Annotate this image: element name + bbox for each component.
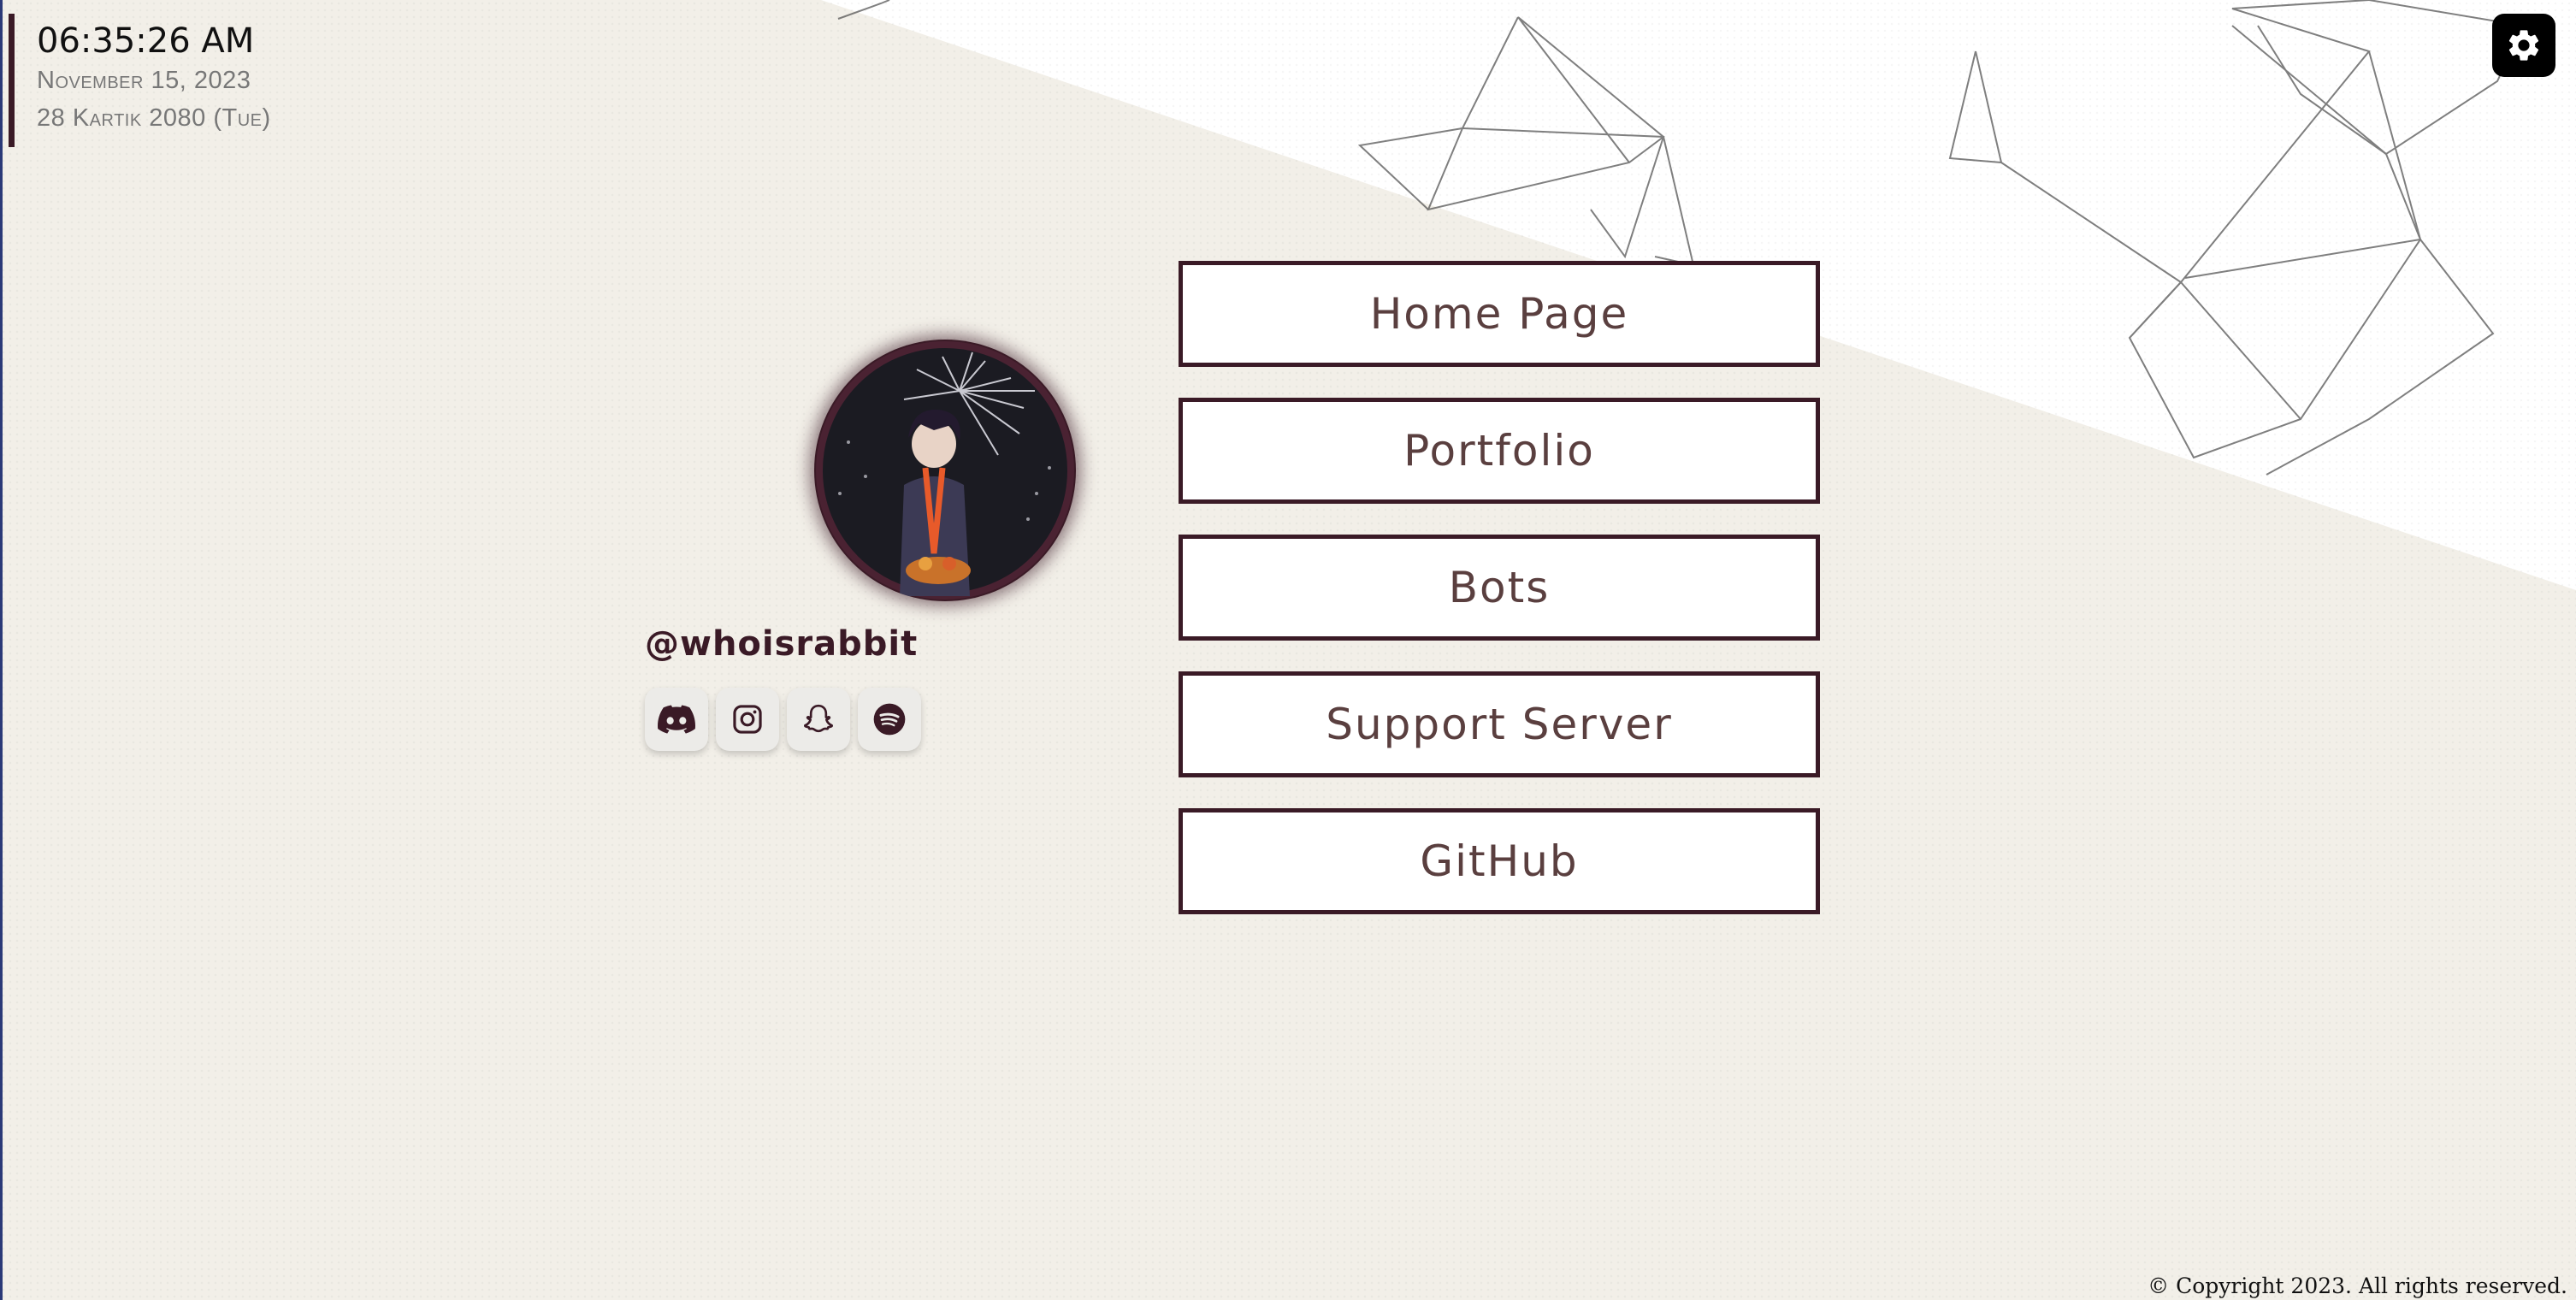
settings-button[interactable]: [2492, 14, 2555, 77]
github-button[interactable]: GitHub: [1179, 808, 1820, 914]
spotify-button[interactable]: [858, 688, 921, 751]
window-edge: [0, 0, 3, 1300]
home-page-button[interactable]: Home Page: [1179, 261, 1820, 367]
gear-icon: [2508, 30, 2539, 61]
instagram-icon: [733, 705, 762, 734]
clock-time: 06:35:26 AM: [37, 21, 255, 61]
snapchat-button[interactable]: [787, 688, 850, 751]
username: @whoisrabbit: [645, 624, 919, 664]
nav-menu: Home Page Portfolio Bots Support Server …: [1179, 261, 1820, 945]
snapchat-icon: [803, 704, 834, 733]
bots-button[interactable]: Bots: [1179, 535, 1820, 641]
social-links: [645, 688, 921, 751]
spotify-icon: [873, 703, 906, 736]
clock-date: November 15, 2023: [37, 67, 251, 94]
discord-button[interactable]: [645, 688, 708, 751]
avatar: [814, 340, 1076, 601]
support-server-button[interactable]: Support Server: [1179, 671, 1820, 777]
instagram-button[interactable]: [716, 688, 779, 751]
copyright-text: © Copyright 2023. All rights reserved.: [2148, 1273, 2567, 1298]
portfolio-button[interactable]: Portfolio: [1179, 398, 1820, 504]
clock-widget: 06:35:26 AM November 15, 2023 28 Kartik …: [9, 14, 271, 147]
discord-icon: [658, 705, 695, 734]
clock-nepali-date: 28 Kartik 2080 (Tue): [37, 104, 271, 132]
